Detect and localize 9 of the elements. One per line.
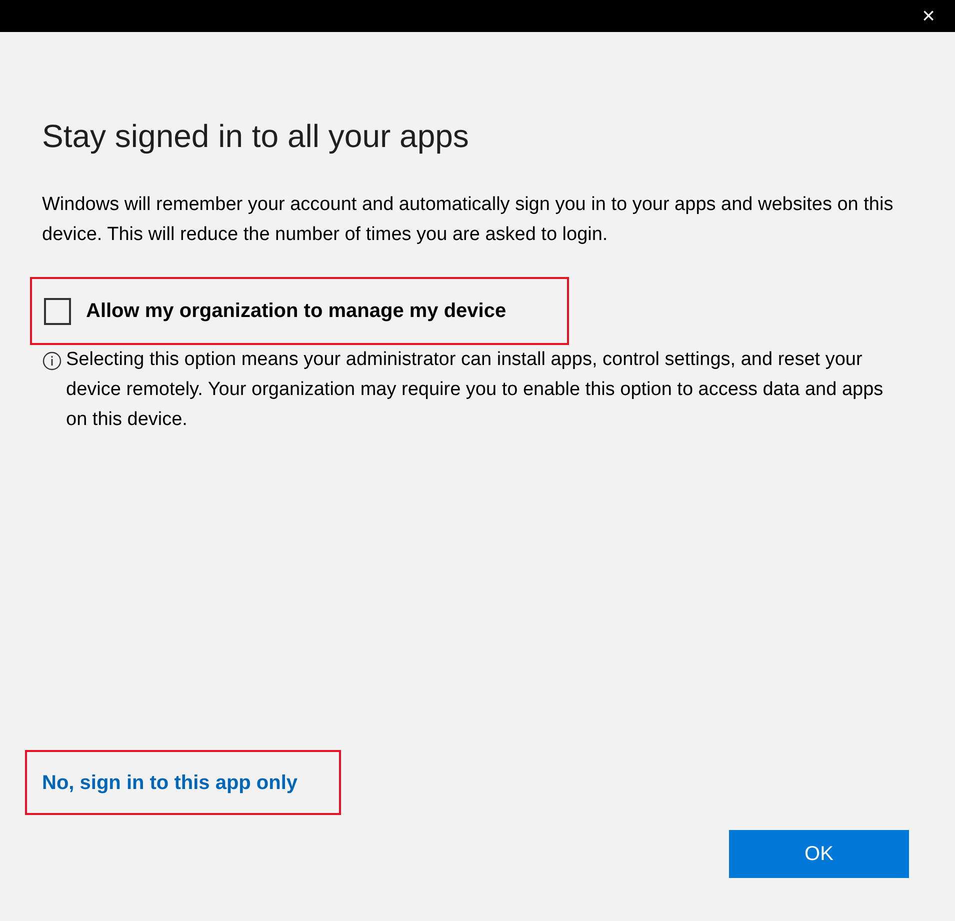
info-icon	[42, 351, 62, 371]
checkbox-label: Allow my organization to manage my device	[86, 299, 506, 324]
close-button[interactable]: ×	[918, 5, 939, 27]
info-text: Selecting this option means your administrator can install apps, control settings, and reset your device remotely. Your organization may require you to enable this option to access data and apps on this device.	[66, 348, 884, 432]
sign-in-app-only-link[interactable]: No, sign in to this app only	[42, 768, 298, 798]
dialog-title: Stay signed in to all your apps	[42, 117, 470, 156]
description-text: Windows will remember your account and automatically sign you in to your apps and websites on this device. This will reduce the number of times you are asked to login.	[42, 193, 894, 247]
ok-button[interactable]: OK	[729, 830, 909, 878]
checkbox[interactable]	[44, 298, 71, 324]
